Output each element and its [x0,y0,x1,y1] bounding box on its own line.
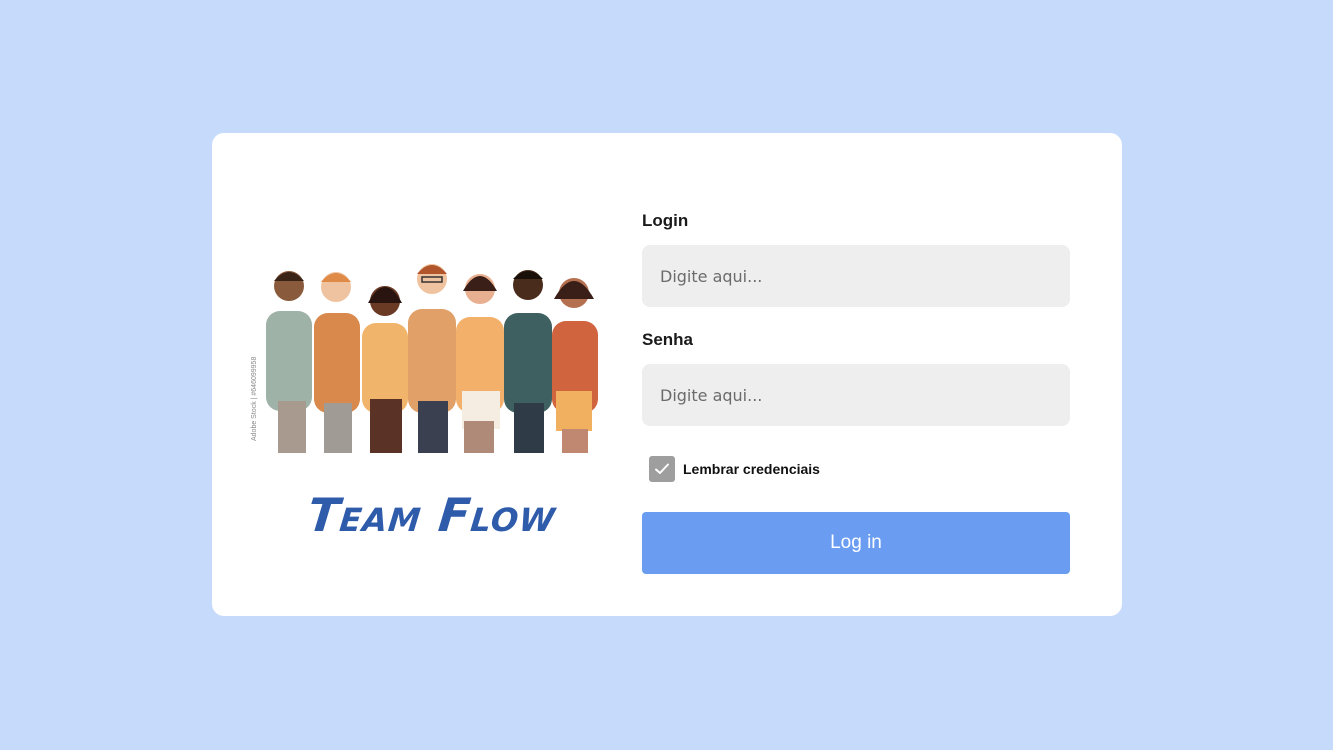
svg-text:Adobe Stock | #646099958: Adobe Stock | #646099958 [251,357,258,441]
login-label: Login [642,211,689,230]
login-card: Adobe Stock | #646099958 Team Flow Login… [212,133,1122,616]
login-input[interactable] [642,245,1070,307]
checkmark-icon [655,463,669,474]
password-label: Senha [642,330,694,349]
password-input[interactable] [642,364,1070,426]
team-illustration: Adobe Stock | #646099958 [251,264,598,453]
remember-credentials-toggle[interactable]: Lembrar credenciais [649,456,820,482]
remember-label: Lembrar credenciais [683,461,820,477]
login-button[interactable]: Log in [642,512,1070,574]
brand-logo-text: Team Flow [305,488,559,542]
remember-checkbox[interactable] [649,456,675,482]
